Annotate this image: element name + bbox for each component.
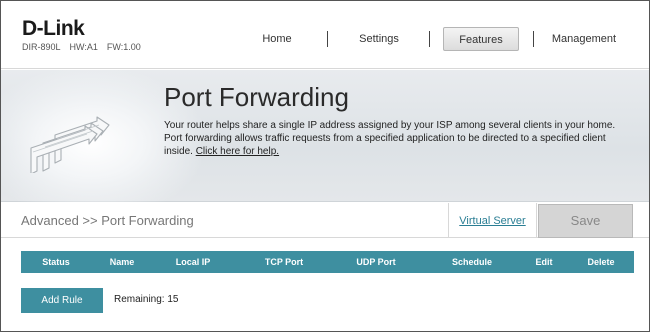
column-name: Name <box>109 257 135 267</box>
column-local-ip: Local IP <box>175 257 211 267</box>
page-description: Your router helps share a single IP addr… <box>164 119 634 158</box>
nav-features[interactable]: Features <box>443 27 519 51</box>
nav-home[interactable]: Home <box>245 27 309 51</box>
breadcrumb-bar: Advanced >> Port Forwarding Virtual Serv… <box>1 203 649 238</box>
nav-divider <box>533 31 534 47</box>
nav-management[interactable]: Management <box>549 27 619 51</box>
nav-divider <box>429 31 430 47</box>
column-status: Status <box>42 257 70 267</box>
page-title: Port Forwarding <box>164 82 349 112</box>
save-button[interactable]: Save <box>538 204 633 238</box>
add-rule-button[interactable]: Add Rule <box>21 288 103 313</box>
column-edit: Edit <box>535 257 553 267</box>
help-link[interactable]: Click here for help. <box>196 146 279 157</box>
column-delete: Delete <box>587 257 615 267</box>
column-udp-port: UDP Port <box>356 257 396 267</box>
remaining-count: Remaining: 15 <box>114 294 179 305</box>
virtual-server-box: Virtual Server <box>448 203 537 238</box>
header: D-Link DIR-890L HW:A1 FW:1.00 Home Setti… <box>1 1 649 69</box>
column-tcp-port: TCP Port <box>264 257 304 267</box>
nav-settings[interactable]: Settings <box>345 27 413 51</box>
nav-divider <box>327 31 328 47</box>
rules-table-header: Status Name Local IP TCP Port UDP Port S… <box>21 251 634 273</box>
column-schedule: Schedule <box>451 257 492 267</box>
breadcrumb: Advanced >> Port Forwarding <box>21 213 194 228</box>
virtual-server-link[interactable]: Virtual Server <box>459 215 525 227</box>
main-nav: Home Settings Features Management <box>1 27 649 51</box>
port-forwarding-icon <box>30 116 110 173</box>
